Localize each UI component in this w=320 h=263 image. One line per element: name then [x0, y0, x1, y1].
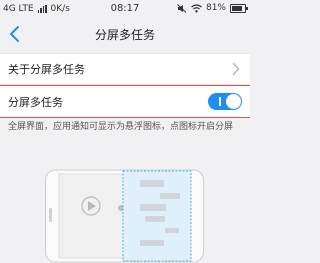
mute-icon [177, 3, 187, 13]
nav-bar: 分屏多任务 [0, 19, 250, 49]
split-screen-description: 全屏界面，应用通知可显示为悬浮图标，点图标开启分屏 [8, 122, 234, 132]
battery-icon [230, 3, 248, 13]
status-right: 81% [177, 3, 248, 13]
phone-illustration [45, 169, 204, 263]
split-screen-toggle-row: 分屏多任务 [0, 85, 250, 118]
toggle-knob [226, 94, 241, 109]
split-screen-toggle[interactable] [208, 93, 242, 110]
status-bar: 4G LTE 0K/s 08:17 81% [0, 0, 250, 19]
about-split-screen-row[interactable]: 关于分屏多任务 [0, 53, 250, 85]
about-split-screen-label: 关于分屏多任务 [8, 63, 85, 76]
chevron-right-icon [232, 62, 240, 76]
split-screen-toggle-label: 分屏多任务 [8, 95, 63, 109]
battery-percent: 81% [205, 3, 226, 13]
page-title: 分屏多任务 [94, 28, 155, 42]
wifi-icon [191, 3, 202, 12]
toggle-on-indicator [219, 97, 221, 106]
